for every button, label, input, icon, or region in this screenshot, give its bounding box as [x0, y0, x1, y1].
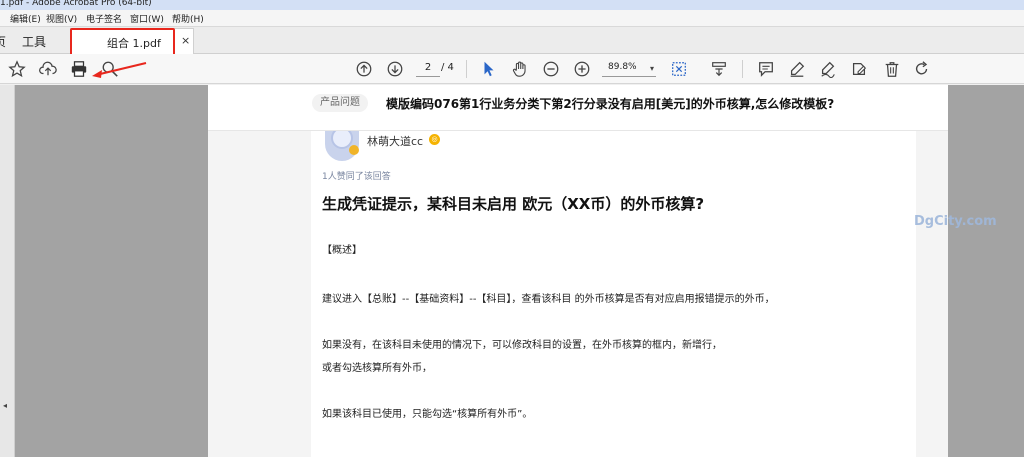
zoom-out-icon[interactable] [540, 58, 562, 80]
window-titlebar: 1.pdf - Adobe Acrobat Pro (64-bit) [0, 0, 1024, 10]
question-header: 产品问题 模版编码076第1行业务分类下第2行分录没有启用[美元]的外币核算,怎… [208, 85, 948, 131]
close-tab-icon[interactable]: × [181, 34, 190, 47]
answer-username: 林萌大道cc [367, 135, 424, 148]
chevron-down-icon: ▾ [649, 64, 654, 73]
zoom-level-value: 89.8% [608, 62, 637, 72]
pdf-page: 产品问题 模版编码076第1行业务分类下第2行分录没有启用[美元]的外币核算,怎… [208, 85, 948, 457]
toolbar-divider [466, 60, 467, 78]
question-tag: 产品问题 [312, 94, 368, 112]
window-title: 1.pdf - Adobe Acrobat Pro (64-bit) [0, 0, 152, 8]
user-badge-icon: ◎ [429, 134, 440, 145]
next-page-icon[interactable] [384, 58, 406, 80]
fit-page-icon[interactable] [668, 58, 690, 80]
answer-title: 生成凭证提示，某科目未启用 欧元（XX币）的外币核算? [322, 195, 705, 213]
answer-paragraph: 如果没有，在该科目未使用的情况下，可以修改科目的设置，在外币核算的框内，新增行， [322, 340, 722, 351]
menu-edit[interactable]: 编辑(E) [10, 12, 41, 25]
draw-sign-icon[interactable] [817, 58, 839, 80]
zoom-level-select[interactable]: 89.8% ▾ [602, 62, 656, 77]
answer-likes: 1人赞同了该回答 [322, 172, 391, 182]
scroll-mode-icon[interactable] [708, 58, 730, 80]
toolbar-divider [742, 60, 743, 78]
trash-icon[interactable] [881, 58, 903, 80]
zoom-in-icon[interactable] [571, 58, 593, 80]
cloud-upload-icon[interactable] [37, 58, 59, 80]
question-title: 模版编码076第1行业务分类下第2行分录没有启用[美元]的外币核算,怎么修改模板… [386, 97, 835, 111]
page-total: / 4 [441, 62, 454, 73]
bookmark-star-icon[interactable] [6, 58, 28, 80]
site-watermark: DgCity.com [914, 214, 997, 229]
annotation-arrow [92, 62, 147, 78]
toolbar: 2 / 4 89.8% ▾ [0, 54, 1024, 84]
rotate-icon[interactable] [911, 58, 933, 80]
avatar-badge [349, 145, 359, 155]
menu-window[interactable]: 窗口(W) [130, 12, 164, 25]
answer-paragraph: 【概述】 [322, 245, 362, 256]
print-icon[interactable] [68, 58, 90, 80]
menu-help[interactable]: 帮助(H) [172, 12, 204, 25]
answer-paragraph: 建议进入【总账】--【基础资料】--【科目】，查看该科目 的外币核算是否有对应启… [322, 294, 775, 305]
menu-bar: 编辑(E) 视图(V) 电子签名 窗口(W) 帮助(H) [0, 10, 1024, 26]
left-navigation-pane[interactable]: ◂ [0, 85, 15, 457]
hand-tool-icon[interactable] [509, 58, 531, 80]
page-number-input[interactable]: 2 [416, 62, 440, 77]
comment-icon[interactable] [755, 58, 777, 80]
menu-view[interactable]: 视图(V) [46, 12, 77, 25]
answer-paragraph: 如果该科目已使用，只能勾选“核算所有外币”。 [322, 409, 533, 420]
expand-pane-arrow-icon[interactable]: ◂ [3, 401, 7, 410]
previous-page-icon[interactable] [353, 58, 375, 80]
stamp-edit-icon[interactable] [848, 58, 870, 80]
tab-home[interactable]: 页 [0, 33, 6, 50]
answer-paragraph: 或者勾选核算所有外币， [322, 363, 432, 374]
answer-card: 林萌大道cc ◎ 1人赞同了该回答 生成凭证提示，某科目未启用 欧元（XX币）的… [311, 131, 916, 457]
highlighter-pen-icon[interactable] [786, 58, 808, 80]
select-cursor-icon[interactable] [478, 58, 500, 80]
highlight-box [70, 28, 175, 56]
tab-tools[interactable]: 工具 [22, 33, 46, 50]
menu-esign[interactable]: 电子签名 [86, 12, 122, 25]
